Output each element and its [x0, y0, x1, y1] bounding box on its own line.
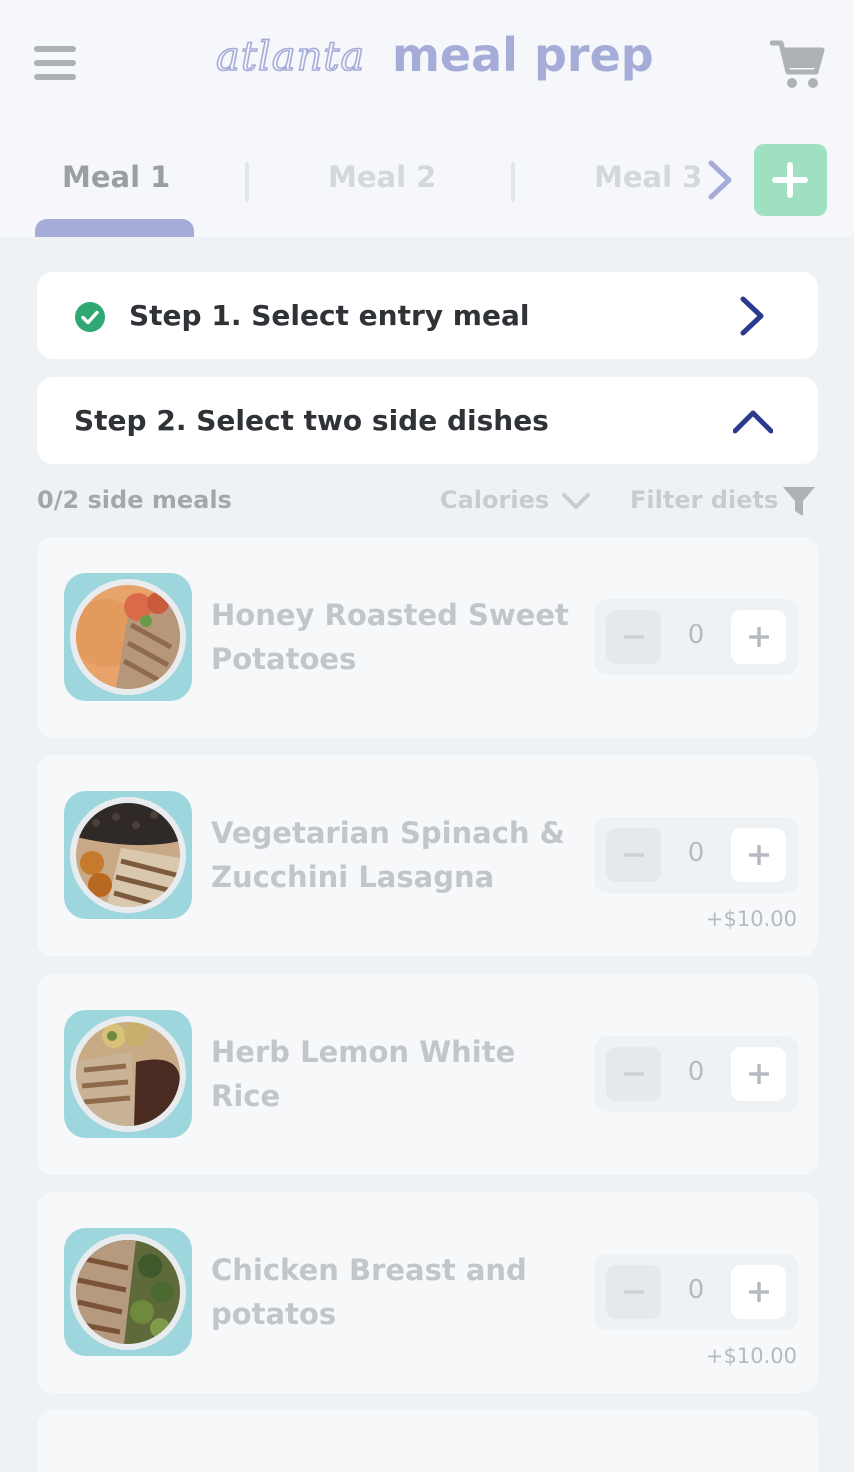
- plus-icon: [749, 1064, 769, 1084]
- plus-icon: [772, 162, 808, 198]
- sort-label: Calories: [440, 486, 550, 514]
- filter-diets-button[interactable]: Filter diets: [630, 486, 815, 516]
- increase-button[interactable]: [731, 610, 786, 664]
- chevron-up-icon: [733, 410, 773, 434]
- step-2-title: Step 2. Select two side dishes: [74, 404, 549, 437]
- chevron-right-icon: [740, 296, 764, 336]
- shopping-cart-icon[interactable]: [769, 38, 826, 90]
- check-circle-icon: [75, 302, 105, 332]
- minus-icon: [624, 1072, 644, 1076]
- increase-button[interactable]: [731, 1265, 786, 1319]
- decrease-button[interactable]: [606, 828, 661, 882]
- quantity-value: 0: [687, 1057, 705, 1087]
- decrease-button[interactable]: [606, 1047, 661, 1101]
- add-meal-button[interactable]: [754, 144, 827, 216]
- minus-icon: [624, 635, 644, 639]
- filter-label: Filter diets: [630, 486, 779, 514]
- chevron-down-icon: [562, 493, 590, 509]
- step-1-title: Step 1. Select entry meal: [129, 299, 530, 332]
- step-2-side-dishes[interactable]: Step 2. Select two side dishes: [37, 377, 818, 464]
- logo-text-bold: meal prep: [392, 28, 654, 82]
- side-dish-card[interactable]: Herb Lemon White Rice 0: [37, 974, 818, 1175]
- side-dish-image: [64, 573, 192, 701]
- side-dish-card[interactable]: [37, 1410, 818, 1472]
- quantity-stepper: 0: [594, 599, 799, 675]
- quantity-stepper: 0: [594, 1254, 799, 1330]
- step-1-entry-meal[interactable]: Step 1. Select entry meal: [37, 272, 818, 359]
- side-meal-count: 0/2 side meals: [37, 486, 232, 514]
- decrease-button[interactable]: [606, 1265, 661, 1319]
- filter-row: 0/2 side meals Calories Filter diets: [0, 480, 854, 524]
- side-dish-image: [64, 791, 192, 919]
- tab-divider: [511, 162, 515, 202]
- side-dish-name: Chicken Breast and potatos: [211, 1253, 527, 1331]
- active-tab-indicator: [35, 219, 194, 237]
- tab-meal-2[interactable]: Meal 2: [328, 160, 436, 194]
- increase-button[interactable]: [731, 1047, 786, 1101]
- quantity-stepper: 0: [594, 1036, 799, 1112]
- quantity-stepper: 0: [594, 817, 799, 893]
- side-dish-name: Honey Roasted Sweet Potatoes: [211, 598, 569, 676]
- funnel-icon: [783, 487, 815, 516]
- logo-text-light: atlanta: [215, 33, 366, 81]
- sort-calories-dropdown[interactable]: Calories: [440, 486, 590, 514]
- decrease-button[interactable]: [606, 610, 661, 664]
- quantity-value: 0: [687, 838, 705, 868]
- side-dish-card[interactable]: Vegetarian Spinach & Zucchini Lasagna 0 …: [37, 755, 818, 956]
- side-dish-image: [64, 1228, 192, 1356]
- plus-icon: [749, 845, 769, 865]
- quantity-value: 0: [687, 620, 705, 650]
- side-dish-image: [64, 1010, 192, 1138]
- price-surcharge: +$10.00: [705, 907, 797, 931]
- increase-button[interactable]: [731, 828, 786, 882]
- tab-divider: [245, 162, 249, 202]
- minus-icon: [624, 1290, 644, 1294]
- hamburger-menu-icon[interactable]: [34, 46, 76, 84]
- tab-meal-3[interactable]: Meal 3: [594, 160, 702, 194]
- quantity-value: 0: [687, 1275, 705, 1305]
- tab-meal-1[interactable]: Meal 1: [62, 160, 170, 194]
- side-dish-card[interactable]: Honey Roasted Sweet Potatoes 0: [37, 537, 818, 738]
- side-dish-card[interactable]: Chicken Breast and potatos 0 +$10.00: [37, 1192, 818, 1393]
- chevron-right-icon[interactable]: [705, 159, 735, 201]
- price-surcharge: +$10.00: [705, 1344, 797, 1368]
- minus-icon: [624, 853, 644, 857]
- side-dish-name: Vegetarian Spinach & Zucchini Lasagna: [211, 816, 565, 894]
- brand-logo[interactable]: atlanta meal prep: [215, 20, 654, 100]
- app-header: atlanta meal prep Meal 1 Meal 2 Meal 3: [0, 0, 854, 237]
- side-dish-name: Herb Lemon White Rice: [211, 1035, 516, 1113]
- plus-icon: [749, 627, 769, 647]
- plus-icon: [749, 1282, 769, 1302]
- meal-tabs: Meal 1 Meal 2 Meal 3: [0, 140, 854, 237]
